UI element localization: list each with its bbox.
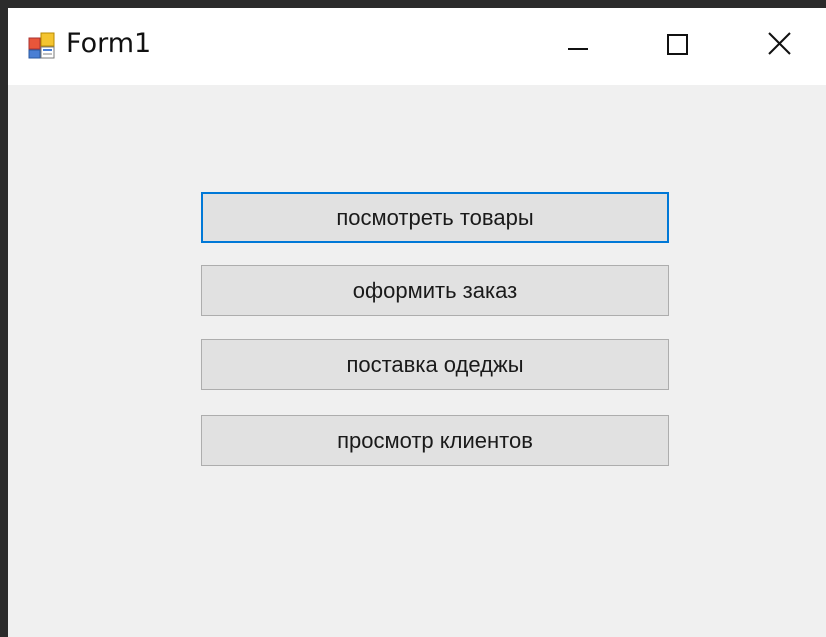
app-icon: [28, 32, 56, 60]
maximize-icon: [667, 34, 688, 55]
place-order-button[interactable]: оформить заказ: [201, 265, 669, 316]
minimize-button[interactable]: [526, 8, 626, 85]
view-clients-button[interactable]: просмотр клиентов: [201, 415, 669, 466]
form-window: Form1 посмотреть товары оформить заказ п…: [8, 8, 826, 637]
window-title: Form1: [66, 28, 152, 59]
title-bar[interactable]: Form1: [8, 8, 826, 85]
minimize-icon: [568, 48, 588, 50]
close-button[interactable]: [726, 8, 826, 85]
maximize-button[interactable]: [626, 8, 726, 85]
clothing-supply-button[interactable]: поставка одеджы: [201, 339, 669, 390]
close-icon: [768, 32, 791, 55]
view-products-button[interactable]: посмотреть товары: [201, 192, 669, 243]
